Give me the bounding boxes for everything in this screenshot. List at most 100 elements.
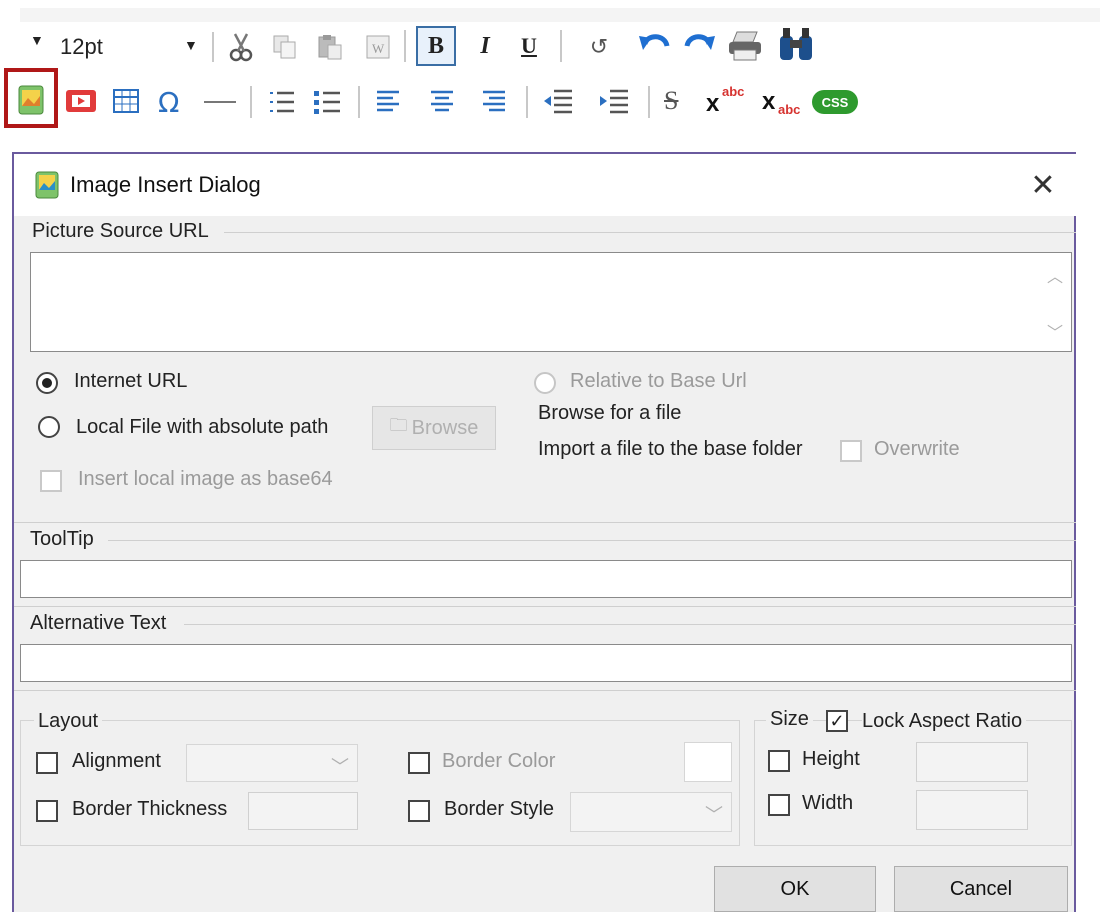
insert-image-highlight xyxy=(4,68,58,128)
subscript-base: x xyxy=(762,88,776,115)
scroll-up-icon[interactable]: ︿ xyxy=(1047,263,1063,287)
alignment-select[interactable]: ﹀ xyxy=(186,744,358,782)
border-style-select[interactable]: ﹀ xyxy=(570,792,732,832)
svg-text:W: W xyxy=(372,41,385,56)
base64-checkbox[interactable] xyxy=(40,470,62,492)
refresh-icon[interactable]: ↺ xyxy=(586,30,612,64)
section-divider xyxy=(14,606,1076,607)
outdent-icon[interactable] xyxy=(540,84,576,120)
chevron-down-icon: ﹀ xyxy=(705,805,723,825)
undo-icon[interactable] xyxy=(636,26,672,66)
toolbar-separator xyxy=(526,86,528,118)
picture-source-label: Picture Source URL xyxy=(32,220,209,242)
dialog-title: Image Insert Dialog xyxy=(70,172,261,197)
toolbar-separator xyxy=(648,86,650,118)
height-input[interactable] xyxy=(916,742,1028,782)
dropdown-arrow-icon[interactable]: ▼ xyxy=(30,32,44,48)
local-file-radio[interactable] xyxy=(38,416,60,438)
dialog-titlebar: Image Insert Dialog ✕ xyxy=(14,154,1076,216)
close-icon[interactable]: ✕ xyxy=(1026,168,1060,202)
width-checkbox[interactable] xyxy=(768,794,790,816)
insert-video-icon[interactable] xyxy=(64,86,98,116)
layout-label: Layout xyxy=(34,710,103,733)
alt-text-input[interactable] xyxy=(20,644,1072,682)
overwrite-label: Overwrite xyxy=(874,438,960,460)
internet-url-radio[interactable] xyxy=(36,372,58,394)
relative-base-url-radio[interactable] xyxy=(534,372,556,394)
bullet-list-icon[interactable] xyxy=(310,84,344,120)
copy-icon[interactable] xyxy=(270,30,300,64)
font-size-select[interactable]: 12pt xyxy=(60,34,103,60)
relative-base-url-label: Relative to Base Url xyxy=(570,370,747,392)
underline-button[interactable]: U xyxy=(512,26,546,66)
local-file-label: Local File with absolute path xyxy=(76,416,329,438)
height-checkbox[interactable] xyxy=(768,750,790,772)
editor-toolbar: ▼ 12pt ▼ W B I U ↺ Ω S x abc x abc CSS xyxy=(0,0,1114,140)
size-label: Size xyxy=(766,708,813,731)
redo-icon[interactable] xyxy=(682,26,718,66)
browse-label: Browse xyxy=(411,416,479,439)
toolbar-separator xyxy=(404,30,406,62)
scroll-down-icon[interactable]: ﹀ xyxy=(1047,319,1063,343)
toolbar-top-strip xyxy=(20,8,1100,22)
picture-source-input[interactable]: ︿ ﹀ xyxy=(30,252,1072,352)
section-divider xyxy=(14,522,1076,523)
base64-label: Insert local image as base64 xyxy=(78,468,333,490)
border-color-label: Border Color xyxy=(442,750,556,772)
strikethrough-button[interactable]: S xyxy=(664,86,678,116)
section-divider xyxy=(14,690,1076,691)
toolbar-separator xyxy=(250,86,252,118)
alt-text-label: Alternative Text xyxy=(30,612,167,634)
paste-word-icon[interactable]: W xyxy=(362,30,394,64)
lock-aspect-label: Lock Aspect Ratio xyxy=(862,710,1027,733)
import-file-link[interactable]: Import a file to the base folder xyxy=(538,438,803,461)
cancel-button[interactable]: Cancel xyxy=(894,866,1068,912)
border-color-swatch[interactable] xyxy=(684,742,732,782)
group-line xyxy=(108,540,1076,541)
align-center-icon[interactable] xyxy=(426,86,458,118)
border-thickness-input[interactable] xyxy=(248,792,358,830)
font-size-dropdown-icon[interactable]: ▼ xyxy=(184,37,198,53)
internet-url-label: Internet URL xyxy=(74,370,188,392)
ok-button[interactable]: OK xyxy=(714,866,876,912)
overwrite-checkbox[interactable] xyxy=(840,440,862,462)
cut-icon[interactable] xyxy=(226,30,256,64)
width-input[interactable] xyxy=(916,790,1028,830)
numbered-list-icon[interactable] xyxy=(264,84,298,120)
toolbar-separator xyxy=(212,32,214,62)
toolbar-separator xyxy=(358,86,360,118)
css-button[interactable]: CSS xyxy=(812,90,858,114)
find-icon[interactable] xyxy=(776,24,816,66)
alignment-label: Alignment xyxy=(72,750,161,772)
align-right-icon[interactable] xyxy=(478,86,510,118)
subscript-text: abc xyxy=(778,102,801,117)
paste-icon[interactable] xyxy=(314,30,346,64)
browse-button[interactable]: 🗀 Browse xyxy=(372,406,496,450)
group-line xyxy=(224,232,1076,233)
toolbar-separator xyxy=(560,30,562,62)
alignment-checkbox[interactable] xyxy=(36,752,58,774)
border-style-checkbox[interactable] xyxy=(408,800,430,822)
insert-table-icon[interactable] xyxy=(110,86,142,116)
border-thickness-checkbox[interactable] xyxy=(36,800,58,822)
browse-for-file-link[interactable]: Browse for a file xyxy=(538,402,681,425)
bold-button[interactable]: B xyxy=(416,26,456,66)
group-line xyxy=(184,624,1076,625)
tooltip-input[interactable] xyxy=(20,560,1072,598)
border-color-checkbox[interactable] xyxy=(408,752,430,774)
indent-icon[interactable] xyxy=(596,84,632,120)
chevron-down-icon: ﹀ xyxy=(331,757,349,777)
superscript-button[interactable]: x abc xyxy=(706,84,752,118)
lock-aspect-checkbox[interactable]: ✓ xyxy=(826,710,848,732)
print-icon[interactable] xyxy=(726,26,764,66)
height-label: Height xyxy=(802,748,860,770)
dialog-image-icon xyxy=(32,168,62,202)
border-thickness-label: Border Thickness xyxy=(72,798,228,820)
align-left-icon[interactable] xyxy=(372,86,404,118)
subscript-button[interactable]: x abc xyxy=(762,84,808,118)
tooltip-label: ToolTip xyxy=(30,528,94,550)
special-char-icon[interactable]: Ω xyxy=(158,86,179,119)
horizontal-rule-icon[interactable] xyxy=(204,101,236,103)
italic-button[interactable]: I xyxy=(468,26,502,66)
superscript-base: x xyxy=(706,90,720,117)
